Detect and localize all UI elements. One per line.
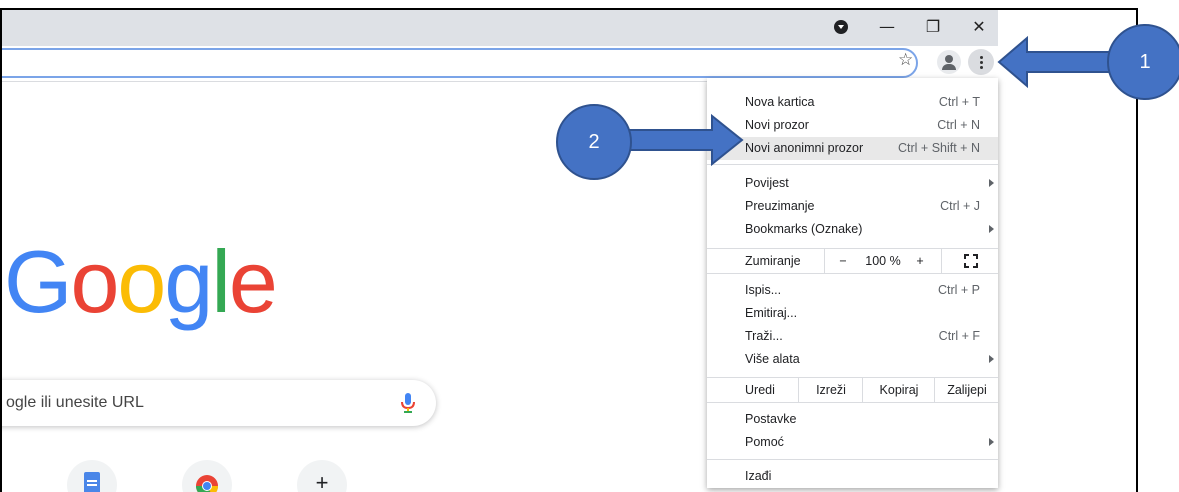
menu-item-shortcut: Ctrl + T (938, 95, 980, 109)
logo-letter: o (70, 232, 119, 331)
bookmark-star-icon[interactable]: ☆ (898, 50, 913, 70)
menu-item-downloads[interactable]: Preuzimanje Ctrl + J (707, 195, 998, 218)
chrome-main-menu: Nova kartica Ctrl + T Novi prozor Ctrl +… (707, 78, 998, 488)
search-box[interactable]: ogle ili unesite URL (2, 380, 436, 426)
profile-head (945, 55, 953, 63)
close-icon[interactable]: ✕ (956, 10, 1002, 42)
menu-item-label: Nova kartica (745, 95, 815, 109)
menu-item-exit[interactable]: Izađi (707, 465, 998, 488)
menu-item-label: Traži... (745, 329, 783, 343)
menu-item-shortcut: Ctrl + F (938, 329, 980, 343)
callout-arrow-2 (627, 113, 744, 167)
menu-item-label: Novi prozor (745, 118, 809, 132)
cut-button[interactable]: Izreži (798, 378, 863, 402)
paste-button[interactable]: Zalijepi (934, 378, 999, 402)
menu-item-new-tab[interactable]: Nova kartica Ctrl + T (707, 91, 998, 114)
zoom-in-button[interactable]: + (905, 249, 935, 273)
document-icon (84, 472, 100, 492)
restore-icon[interactable]: ❐ (910, 10, 956, 42)
menu-item-shortcut: Ctrl + N (937, 118, 980, 132)
edit-label: Uredi (745, 383, 775, 397)
title-bar: — ❐ ✕ (2, 10, 998, 46)
menu-item-label: Postavke (745, 412, 797, 426)
fullscreen-icon[interactable] (941, 249, 999, 273)
menu-item-label: Emitiraj... (745, 306, 798, 320)
submenu-arrow-icon (989, 355, 994, 363)
menu-item-shortcut: Ctrl + J (940, 199, 980, 213)
minimize-icon[interactable]: — (864, 10, 910, 42)
mic-icon[interactable] (400, 392, 416, 414)
profile-body (942, 64, 956, 70)
menu-item-bookmarks[interactable]: Bookmarks (Oznake) (707, 218, 998, 241)
fullscreen-glyph (963, 254, 978, 268)
zoom-level: 100 % (865, 254, 901, 268)
zoom-row: Zumiranje − 100 % + (707, 248, 998, 274)
menu-item-label: Pomoć (745, 435, 784, 449)
menu-item-find[interactable]: Traži... Ctrl + F (707, 325, 998, 348)
menu-item-label: Preuzimanje (745, 199, 815, 213)
menu-item-label: Više alata (745, 352, 800, 366)
copy-button[interactable]: Kopiraj (862, 378, 935, 402)
tab-search-icon[interactable] (834, 20, 848, 34)
submenu-arrow-icon (989, 179, 994, 187)
browser-window: — ❐ ✕ ☆ Google ogle ili unesite URL + No… (0, 8, 1138, 492)
profile-icon[interactable] (937, 50, 961, 74)
menu-item-history[interactable]: Povijest (707, 172, 998, 195)
google-logo: Google (4, 232, 278, 331)
menu-separator (707, 459, 998, 460)
logo-letter: g (164, 232, 213, 331)
menu-item-label: Novi anonimni prozor (745, 141, 864, 155)
menu-item-cast[interactable]: Emitiraj... (707, 302, 998, 325)
callout-badge-1: 1 (1107, 24, 1179, 100)
edit-row: Uredi Izreži Kopiraj Zalijepi (707, 377, 998, 403)
logo-letter: e (228, 232, 278, 331)
add-shortcut-button[interactable]: + (297, 460, 347, 492)
shortcut-docs[interactable] (67, 460, 117, 492)
menu-item-label: Povijest (745, 176, 789, 190)
menu-item-settings[interactable]: Postavke (707, 408, 998, 431)
callout-badge-2: 2 (556, 104, 632, 180)
shortcut-chrome[interactable] (182, 460, 232, 492)
menu-item-print[interactable]: Ispis... Ctrl + P (707, 279, 998, 302)
menu-item-label: Bookmarks (Oznake) (745, 222, 863, 236)
menu-item-label: Ispis... (745, 283, 782, 297)
submenu-arrow-icon (989, 225, 994, 233)
menu-item-shortcut: Ctrl + P (937, 283, 980, 297)
menu-item-shortcut: Ctrl + Shift + N (898, 141, 980, 155)
zoom-out-button[interactable]: − (824, 249, 861, 273)
search-placeholder: ogle ili unesite URL (6, 394, 144, 411)
menu-separator (707, 164, 998, 165)
menu-item-help[interactable]: Pomoć (707, 431, 998, 454)
callout-arrow-1 (997, 35, 1116, 89)
logo-letter: o (117, 232, 166, 331)
menu-item-new-incognito-window[interactable]: Novi anonimni prozor Ctrl + Shift + N (707, 137, 998, 160)
submenu-arrow-icon (989, 438, 994, 446)
logo-letter: G (4, 232, 72, 331)
chrome-icon (196, 475, 218, 492)
more-menu-icon[interactable] (968, 49, 994, 75)
logo-letter: l (211, 232, 231, 331)
plus-icon: + (315, 470, 329, 492)
zoom-label: Zumiranje (745, 254, 801, 268)
menu-item-new-window[interactable]: Novi prozor Ctrl + N (707, 114, 998, 137)
address-bar[interactable] (2, 48, 918, 78)
toolbar: ☆ (2, 46, 998, 82)
menu-item-label: Izađi (745, 469, 772, 483)
menu-item-more-tools[interactable]: Više alata (707, 348, 998, 371)
